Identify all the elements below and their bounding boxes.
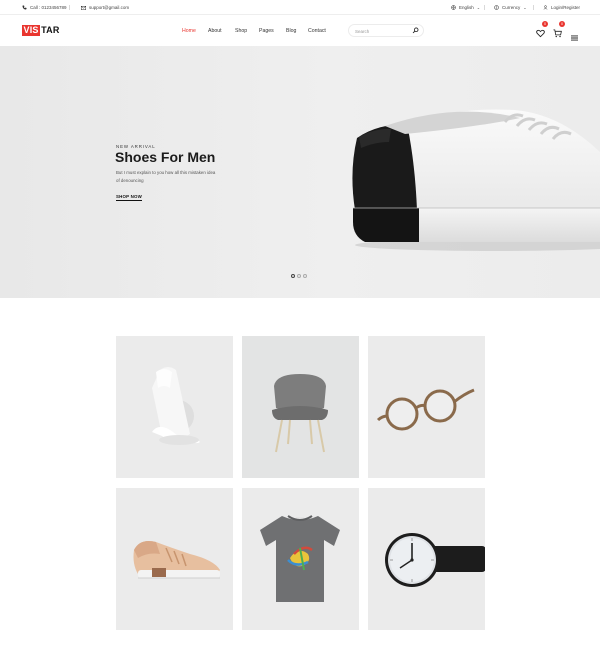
logo-dark-part: TAR: [41, 25, 60, 35]
slider-dot-2[interactable]: [297, 274, 301, 278]
nav-item-home[interactable]: Home: [182, 28, 196, 34]
search-input[interactable]: Search: [348, 24, 424, 37]
slider-dot-3[interactable]: [303, 274, 307, 278]
user-icon: [543, 5, 548, 10]
globe-icon: [451, 5, 456, 10]
watch-image: [385, 533, 485, 587]
cart-icon: [553, 29, 562, 38]
currency-label: Currency: [502, 5, 521, 10]
wishlist-button[interactable]: 0: [536, 21, 548, 43]
product-tile-tshirt[interactable]: [242, 488, 359, 630]
divider: [484, 5, 485, 10]
nav-item-blog[interactable]: Blog: [286, 28, 296, 34]
login-register-label: Login/Register: [551, 5, 581, 10]
chevron-down-icon: ⌄: [523, 5, 527, 10]
divider: [69, 5, 70, 10]
login-register-link[interactable]: Login/Register: [543, 0, 580, 15]
shop-now-button[interactable]: SHOP NOW: [116, 194, 142, 201]
search-placeholder: Search: [355, 28, 370, 34]
slider-pagination: [291, 274, 307, 278]
top-bar: Call : 0123456789 support@gmail.com Engl…: [0, 0, 600, 15]
product-tile-glasses[interactable]: [368, 336, 485, 478]
hero-description: But I must explain to you how all this m…: [116, 170, 216, 183]
mail-icon: [81, 5, 86, 10]
glasses-image: [376, 388, 475, 431]
hero-shoe-image: [352, 109, 600, 251]
hamburger-menu-icon: [571, 35, 578, 41]
heart-icon: [536, 29, 545, 38]
product-tile-chair[interactable]: [242, 336, 359, 478]
search-icon[interactable]: [412, 27, 419, 34]
hero-title: Shoes For Men: [115, 149, 216, 165]
product-tile-sneaker[interactable]: [116, 488, 233, 630]
chair-image: [272, 374, 328, 453]
wishlist-count-badge: 0: [542, 21, 548, 27]
phone-icon: [22, 5, 27, 10]
language-selector[interactable]: English ⌄: [451, 0, 480, 15]
language-label: English: [459, 5, 474, 10]
phone-text: Call : 0123456789: [30, 5, 67, 10]
email-text: support@gmail.com: [89, 5, 130, 10]
logo-red-part: VIS: [22, 25, 41, 36]
nav-item-about[interactable]: About: [208, 28, 222, 34]
divider: [533, 5, 534, 10]
email-contact[interactable]: support@gmail.com: [81, 0, 129, 15]
currency-selector[interactable]: Currency ⌄: [494, 0, 527, 15]
phone-contact[interactable]: Call : 0123456789: [22, 0, 67, 15]
cart-button[interactable]: 0: [553, 21, 565, 43]
sneaker-image: [133, 541, 220, 579]
product-tile-lamp[interactable]: [116, 336, 233, 478]
product-tile-watch[interactable]: [368, 488, 485, 630]
nav-item-pages[interactable]: Pages: [259, 28, 274, 34]
nav-item-contact[interactable]: Contact: [308, 28, 326, 34]
hero-slider: NEW ARRIVAL Shoes For Men But I must exp…: [0, 46, 600, 298]
main-header: VIS TAR Home About Shop Pages Blog Conta…: [0, 16, 600, 46]
lamp-image: [152, 367, 200, 445]
tshirt-image: [260, 515, 340, 602]
nav-item-shop[interactable]: Shop: [235, 28, 247, 34]
chevron-down-icon: ⌄: [476, 5, 481, 10]
menu-button[interactable]: [571, 28, 578, 46]
currency-icon: [494, 5, 499, 10]
slider-dot-1[interactable]: [291, 274, 295, 278]
cart-count-badge: 0: [559, 21, 565, 27]
logo[interactable]: VIS TAR: [22, 25, 60, 36]
